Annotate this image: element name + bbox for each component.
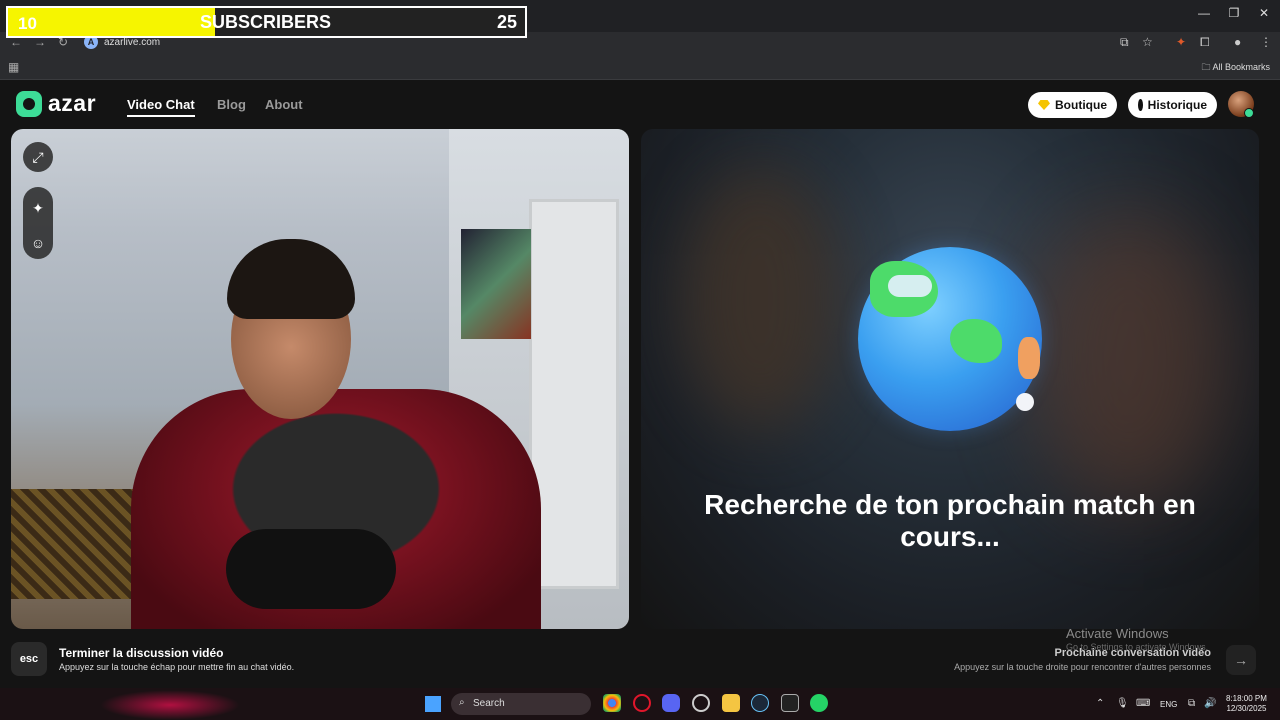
camera-person-hair <box>227 239 355 319</box>
subscriber-goal-overlay: 10 SUBSCRIBERS 25 <box>6 6 527 38</box>
search-icon: ⌕ <box>459 697 465 708</box>
boutique-button[interactable]: Boutique <box>1028 92 1117 118</box>
windows-start-icon[interactable] <box>425 696 441 712</box>
boutique-label: Boutique <box>1055 98 1107 112</box>
nav-blog[interactable]: Blog <box>217 97 246 112</box>
nav-active-underline <box>127 115 195 117</box>
volume-icon[interactable]: 🔊 <box>1204 698 1216 709</box>
chrome-icon[interactable] <box>603 694 621 712</box>
clock-date: 12/30/2025 <box>1226 704 1267 713</box>
close-icon[interactable]: ✕ <box>1250 6 1278 20</box>
historique-label: Historique <box>1147 98 1207 112</box>
microphone-icon[interactable]: 🎙 <box>1116 698 1129 709</box>
taskbar-search-box[interactable]: Search <box>451 693 591 715</box>
globe-cloud <box>888 275 932 297</box>
camera-door <box>529 199 619 589</box>
next-arrow-button[interactable]: → <box>1226 645 1256 675</box>
logo-text[interactable]: azar <box>48 90 96 117</box>
nav-about[interactable]: About <box>265 97 303 112</box>
face-sticker-icon[interactable]: ☺ <box>23 228 53 258</box>
all-bookmarks-label: All Bookmarks <box>1212 62 1270 72</box>
file-explorer-icon[interactable] <box>722 694 740 712</box>
blurred-background-left <box>681 169 841 429</box>
all-bookmarks-link[interactable]: 🗀 All Bookmarks <box>1201 60 1270 76</box>
network-icon[interactable]: ⧉ <box>1188 698 1195 709</box>
bookmarks-bar <box>0 54 1280 80</box>
esc-key-badge[interactable]: esc <box>11 642 47 676</box>
nav-video-chat[interactable]: Video Chat <box>127 97 195 112</box>
historique-button[interactable]: Historique <box>1128 92 1217 118</box>
opera-icon[interactable] <box>633 694 651 712</box>
subscriber-goal: 25 <box>496 12 517 32</box>
clock[interactable]: 8:18:00 PM 12/30/2025 <box>1226 694 1267 714</box>
taskbar-wallpaper-glow <box>100 690 240 720</box>
keyboard-icon[interactable]: ⌨ <box>1136 698 1150 709</box>
expand-icon[interactable]: ⤢ <box>23 142 53 172</box>
next-chat-title: Prochaine conversation vidéo <box>1054 647 1212 659</box>
sparkle-effects-icon[interactable]: ✦ <box>23 193 53 223</box>
azar-logo-icon[interactable] <box>16 91 42 117</box>
activate-windows-title: Activate Windows <box>1066 626 1169 641</box>
capcut-icon[interactable] <box>781 694 799 712</box>
moon-icon <box>1016 393 1034 411</box>
partner-video-panel: Recherche de ton prochain match en cours… <box>641 129 1259 629</box>
discord-icon[interactable] <box>662 694 680 712</box>
extension-icon[interactable]: ✦ <box>1176 35 1186 49</box>
subscriber-progress-fill <box>8 8 215 36</box>
subscriber-current: 10 <box>18 14 37 33</box>
next-chat-description: Appuyez sur la touche droite pour rencon… <box>954 662 1211 672</box>
bookmark-star-icon[interactable]: ☆ <box>1142 35 1153 49</box>
language-indicator[interactable]: ENG <box>1160 700 1177 709</box>
blurred-background-right <box>1029 209 1229 509</box>
gem-icon <box>1038 100 1050 110</box>
globe-land-2 <box>950 319 1002 363</box>
profile-icon[interactable]: ● <box>1234 35 1241 49</box>
minimize-icon[interactable]: — <box>1190 6 1218 20</box>
end-chat-title: Terminer la discussion vidéo <box>59 646 224 660</box>
globe-icon <box>858 247 1042 431</box>
camera-wall-art <box>461 229 531 339</box>
extensions-puzzle-icon[interactable]: ⧠ <box>1200 35 1210 50</box>
avatar-status-badge <box>1244 108 1254 118</box>
camera-shirt-print <box>226 529 396 609</box>
clock-icon <box>1138 99 1145 111</box>
self-camera-feed <box>11 129 629 629</box>
subscriber-label: SUBSCRIBERS <box>200 12 332 32</box>
searching-match-text: Recherche de ton prochain match en cours… <box>704 489 1196 552</box>
end-chat-description: Appuyez sur la touche échap pour mettre … <box>59 662 295 672</box>
clock-time: 8:18:00 PM <box>1226 694 1267 703</box>
url-field[interactable]: azarlive.com <box>104 37 160 48</box>
whatsapp-icon[interactable] <box>810 694 828 712</box>
tray-overflow-icon[interactable]: ⌃ <box>1096 698 1104 709</box>
menu-kebab-icon[interactable]: ⋮ <box>1260 35 1272 49</box>
app-icon[interactable] <box>692 694 710 712</box>
globe-land-3 <box>1018 337 1040 379</box>
steam-icon[interactable] <box>751 694 769 712</box>
apps-grid-icon[interactable]: ▦ <box>8 60 19 74</box>
restore-icon[interactable]: ❐ <box>1220 6 1248 20</box>
cast-icon[interactable]: ⧉ <box>1120 35 1129 50</box>
